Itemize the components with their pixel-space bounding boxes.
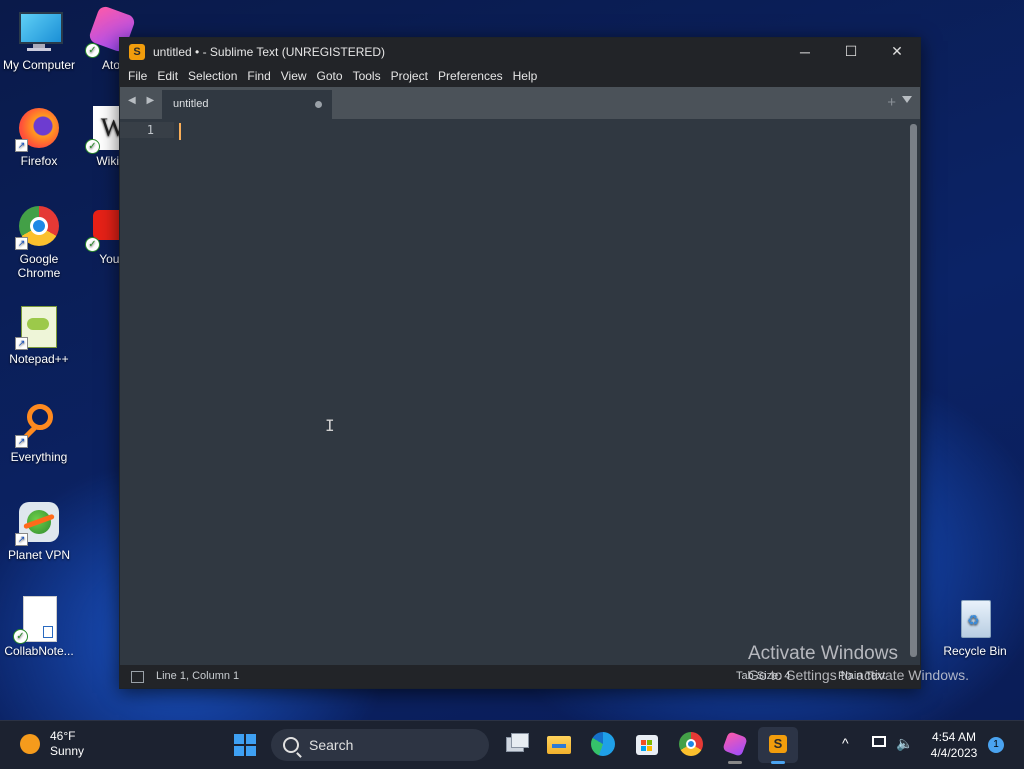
desktop-icon-label: Notepad++ [9, 352, 69, 366]
windows-logo-icon [234, 734, 244, 744]
volume-icon[interactable]: 🔈 [896, 735, 913, 752]
planet-vpn-icon: ↗ [15, 500, 61, 546]
taskbar: 46°F Sunny Search S ^ 🔈 4:54 AM 4/4/2023… [0, 720, 1024, 769]
menu-find[interactable]: Find [242, 69, 275, 83]
line-number: 1 [120, 122, 174, 138]
edge-button[interactable] [590, 731, 616, 757]
menu-view[interactable]: View [276, 69, 312, 83]
notification-badge[interactable]: 1 [988, 737, 1004, 753]
tab-untitled[interactable]: untitled [162, 90, 332, 119]
monitor-icon [17, 10, 63, 54]
activate-windows-watermark: Activate Windows Go to Settings to activ… [748, 643, 969, 683]
minimize-button[interactable]: ─ [782, 38, 828, 65]
atom-icon [722, 731, 748, 757]
menu-help[interactable]: Help [508, 69, 543, 83]
sync-check-icon: ✓ [85, 43, 100, 58]
new-tab-plus-icon[interactable]: + [887, 94, 896, 111]
tab-label: untitled [173, 98, 209, 110]
panel-toggle-icon[interactable] [131, 671, 144, 683]
desktop-icon-everything[interactable]: ↗ Everything [0, 402, 78, 464]
menu-preferences[interactable]: Preferences [433, 69, 508, 83]
sun-icon [20, 734, 40, 754]
menu-tools[interactable]: Tools [348, 69, 386, 83]
sync-check-icon: ✓ [85, 139, 100, 154]
clock-time: 4:54 AM [931, 730, 977, 744]
app-running-indicator [728, 761, 742, 764]
menu-selection[interactable]: Selection [183, 69, 242, 83]
firefox-icon: ↗ [15, 106, 61, 152]
cursor-position: Line 1, Column 1 [156, 670, 240, 682]
sync-check-icon: ✓ [85, 237, 100, 252]
start-button[interactable] [234, 734, 256, 756]
atom-taskbar-button[interactable] [722, 731, 748, 757]
sync-check-icon: ✓ [13, 629, 28, 644]
file-explorer-button[interactable] [546, 731, 572, 757]
menu-goto[interactable]: Goto [312, 69, 348, 83]
desktop-icon-google-chrome[interactable]: ↗ Google Chrome [0, 204, 78, 280]
tab-list-dropdown-icon[interactable] [902, 96, 912, 103]
taskbar-search-box[interactable]: Search [271, 729, 489, 761]
menu-file[interactable]: File [123, 69, 152, 83]
ibeam-cursor-icon: I [325, 416, 335, 435]
menu-edit[interactable]: Edit [152, 69, 183, 83]
desktop-icon-firefox[interactable]: ↗ Firefox [0, 106, 78, 168]
store-bag-icon [636, 735, 658, 755]
edge-icon [591, 732, 615, 756]
clock-date: 4/4/2023 [930, 746, 978, 760]
search-icon [283, 737, 299, 753]
sublime-text-taskbar-button[interactable]: S [758, 727, 798, 763]
sublime-text-window: S untitled • - Sublime Text (UNREGISTERE… [119, 37, 921, 689]
menu-bar: File Edit Selection Find View Goto Tools… [120, 65, 920, 87]
menu-project[interactable]: Project [386, 69, 433, 83]
weather-widget[interactable]: 46°F Sunny [20, 729, 84, 759]
app-active-indicator [771, 761, 785, 764]
shortcut-arrow-icon: ↗ [15, 337, 28, 350]
shortcut-arrow-icon: ↗ [15, 533, 28, 546]
close-button[interactable]: ✕ [874, 38, 920, 65]
tab-bar: ◀ ▶ untitled + [120, 87, 920, 119]
show-hidden-icons-chevron-icon[interactable]: ^ [842, 735, 849, 751]
sublime-text-icon: S [769, 735, 787, 753]
system-clock[interactable]: 4:54 AM 4/4/2023 [920, 729, 988, 761]
weather-condition: Sunny [50, 744, 85, 758]
shortcut-arrow-icon: ↗ [15, 435, 28, 448]
document-icon: ✓ [13, 596, 61, 644]
desktop-icon-label: CollabNote... [4, 644, 74, 658]
weather-temperature: 46°F [50, 729, 76, 743]
watermark-subtitle: Go to Settings to activate Windows. [748, 667, 969, 683]
window-title: untitled • - Sublime Text (UNREGISTERED) [153, 44, 386, 59]
desktop-icon-label: Everything [10, 450, 68, 464]
task-view-button[interactable] [503, 731, 529, 757]
desktop-icon-label: Firefox [20, 154, 58, 168]
desktop-icon-my-computer[interactable]: My Computer [0, 10, 78, 72]
microsoft-store-button[interactable] [634, 731, 660, 757]
desktop-icon-label: My Computer [2, 58, 76, 72]
notepad-plus-plus-icon: ↗ [15, 304, 61, 350]
desktop-icon-planet-vpn[interactable]: ↗ Planet VPN [0, 500, 78, 562]
magnifier-icon: ↗ [15, 402, 61, 448]
chrome-button[interactable] [678, 731, 704, 757]
title-bar[interactable]: S untitled • - Sublime Text (UNREGISTERE… [120, 38, 920, 65]
vertical-scrollbar[interactable] [910, 124, 917, 657]
desktop-icon-label: Planet VPN [7, 548, 71, 562]
desktop-icon-label: Google Chrome [17, 252, 61, 280]
editor-area[interactable]: 1 I [120, 119, 920, 665]
unsaved-dot-icon[interactable] [315, 101, 322, 108]
sublime-text-icon: S [129, 43, 145, 60]
network-icon[interactable] [872, 735, 886, 747]
recycle-bin-icon: ♻ [953, 596, 997, 640]
maximize-button[interactable]: ☐ [828, 38, 874, 65]
shortcut-arrow-icon: ↗ [15, 139, 28, 152]
tab-navigation-arrows-icon[interactable]: ◀ ▶ [128, 95, 158, 106]
desktop-icon-collabnote[interactable]: ✓ CollabNote... [0, 596, 78, 658]
watermark-title: Activate Windows [748, 643, 898, 664]
shortcut-arrow-icon: ↗ [15, 237, 28, 250]
chrome-icon: ↗ [15, 204, 61, 250]
text-caret [179, 123, 181, 140]
search-label: Search [309, 737, 354, 753]
desktop-icon-notepad-plus-plus[interactable]: ↗ Notepad++ [0, 304, 78, 366]
